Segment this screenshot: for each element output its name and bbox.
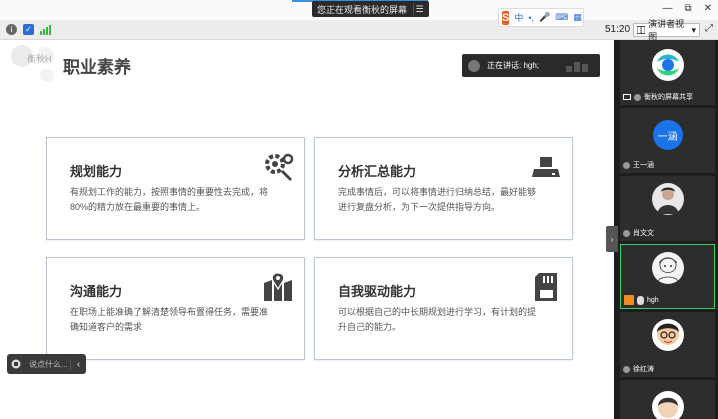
avatar — [623, 229, 630, 237]
decor-circle — [40, 68, 54, 82]
meeting-timer: 51:20 — [605, 24, 631, 35]
participant-tile[interactable]: 一涵 王一涵 — [620, 108, 715, 173]
ime-keyboard-icon[interactable]: ⌨ — [555, 12, 568, 23]
avatar — [651, 252, 684, 284]
avatar: 一涵 — [652, 120, 683, 150]
speaking-indicator: 正在讲话: hgh; — [462, 54, 600, 77]
card-title: 沟通能力 — [70, 284, 123, 299]
screen-share-logo-icon — [651, 49, 684, 81]
card-desc: 可以根据自己的中长期规划进行学习，有计划的提升自己的能力。 — [338, 307, 537, 332]
ime-punct-icon[interactable]: •, — [528, 13, 534, 23]
shield-icon[interactable]: ✓ — [23, 24, 34, 35]
minimize-button[interactable]: — — [662, 3, 672, 14]
card-self-drive: 自我驱动能力 可以根据自己的中长期规划进行学习，有计划的提升自己的能力。 — [314, 257, 573, 360]
participants-panel: 衡秋的屏幕共享 一涵 王一涵 肖文文 hgh 徐红涛 — [614, 40, 718, 419]
avatar — [651, 183, 684, 215]
card-desc: 在职场上能准确了解清楚领导布置得任务，需要准确知道客户的需求 — [70, 307, 269, 332]
window-controls: — ⧉ ✕ — [662, 3, 712, 14]
card-title: 自我驱动能力 — [338, 284, 417, 299]
mic-icon — [637, 295, 644, 305]
avatar — [634, 93, 641, 101]
view-selector[interactable]: 演讲者视图 ▾ — [633, 19, 700, 42]
collapse-chat-icon[interactable]: ‹ — [70, 358, 86, 370]
participant-name: 衡秋的屏幕共享 — [623, 92, 693, 102]
chevron-down-icon: ▾ — [691, 24, 696, 35]
chat-placeholder: 说点什么... — [29, 359, 68, 369]
signal-icon[interactable] — [40, 24, 51, 35]
grid-view-icon — [637, 26, 646, 34]
collapse-panel-button[interactable]: › — [606, 226, 618, 252]
sogou-logo-icon[interactable]: S — [502, 10, 510, 25]
top-bar: 您正在观看衡秋的屏幕 ☰ — ⧉ ✕ — [0, 0, 718, 20]
participant-name: 肖文文 — [623, 228, 654, 238]
ime-grid-icon[interactable]: ▦ — [573, 12, 582, 23]
chat-input[interactable]: 说点什么... ‹ — [7, 354, 86, 374]
screen-icon — [623, 94, 631, 100]
card-analysis: 分析汇总能力 完成事情后，可以将事情进行归纳总结，最好能够进行复盘分析，为下一次… — [314, 137, 573, 240]
participant-tile[interactable] — [620, 380, 715, 419]
restore-button[interactable]: ⧉ — [684, 3, 691, 14]
speaking-text: 正在讲话: hgh; — [487, 61, 540, 70]
share-notice-text: 您正在观看衡秋的屏幕 — [317, 4, 408, 15]
avatar — [651, 391, 684, 419]
fullscreen-icon[interactable]: ⤢ — [705, 23, 713, 34]
card-planning: 规划能力 有规划工作的能力，按照事情的重要性去完成，将80%的精力放在最重要的事… — [46, 137, 305, 240]
participant-tile-active[interactable]: hgh — [620, 244, 715, 309]
card-title: 规划能力 — [70, 164, 123, 179]
participant-name: 王一涵 — [623, 160, 654, 170]
close-button[interactable]: ✕ — [704, 3, 712, 14]
ime-toolbar[interactable]: S 中 •, 🎤 ⌨ ▦ — [498, 8, 584, 27]
meeting-toolbar: i ✓ 51:20 演讲者视图 ▾ ⤢ — [0, 19, 718, 42]
avatar — [623, 161, 630, 169]
shared-slide: 衡秋H 职业素养 正在讲话: hgh; 规划能力 有规划工作的能力，按照事情的重… — [0, 40, 614, 419]
map-pin-icon — [264, 272, 292, 301]
card-desc: 完成事情后，可以将事情进行归纳总结，最好能够进行复盘分析，为下一次提供指导方向。 — [338, 187, 537, 212]
gear-wrench-icon — [265, 153, 294, 181]
card-communication: 沟通能力 在职场上能准确了解清楚领导布置得任务，需要准确知道客户的需求 — [46, 257, 305, 360]
card-title: 分析汇总能力 — [338, 164, 417, 179]
participant-tile[interactable]: 肖文文 — [620, 176, 715, 241]
sd-card-icon — [535, 273, 557, 301]
page-title: 职业素养 — [63, 58, 131, 77]
participant-name: hgh — [624, 295, 659, 305]
avatar — [623, 365, 630, 373]
ime-lang[interactable]: 中 — [514, 11, 523, 24]
avatar — [468, 59, 480, 72]
chat-bubble-icon — [7, 359, 25, 369]
host-badge-icon — [624, 295, 634, 305]
avatar — [651, 319, 684, 351]
card-desc: 有规划工作的能力，按照事情的重要性去完成，将80%的精力放在最重要的事情上。 — [70, 187, 269, 212]
participant-tile[interactable]: 衡秋的屏幕共享 — [620, 40, 715, 105]
participant-tile[interactable]: 徐红涛 — [620, 312, 715, 377]
printer-icon — [532, 157, 560, 177]
participant-name: 徐红涛 — [623, 364, 654, 374]
info-icon[interactable]: i — [6, 24, 17, 35]
ime-mic-icon[interactable]: 🎤 — [539, 12, 550, 23]
share-menu-icon[interactable]: ☰ — [413, 3, 425, 15]
share-notice: 您正在观看衡秋的屏幕 ☰ — [312, 1, 430, 17]
slide-logo: 衡秋H — [27, 54, 52, 64]
audio-wave-icon — [566, 60, 594, 72]
